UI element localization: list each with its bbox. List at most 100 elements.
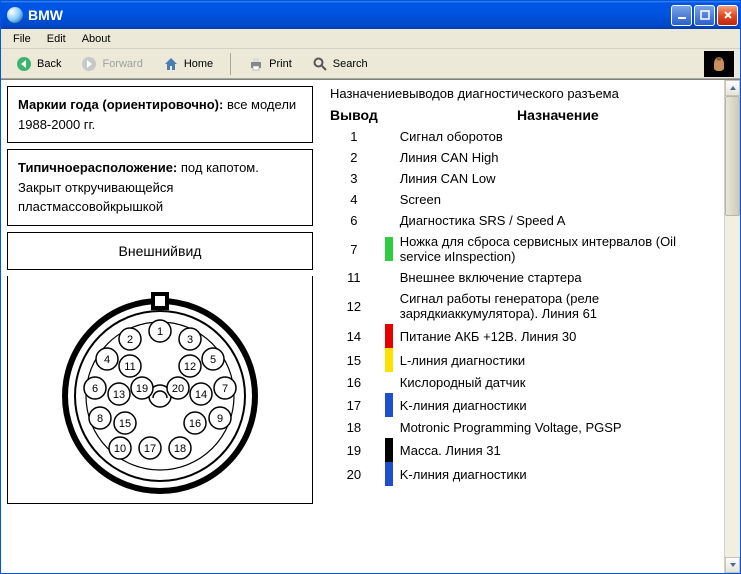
- scroll-thumb[interactable]: [725, 96, 740, 216]
- vertical-scrollbar[interactable]: [724, 80, 740, 573]
- svg-text:15: 15: [119, 418, 131, 430]
- svg-text:4: 4: [104, 354, 110, 366]
- desc-cell: Кислородный датчик: [394, 372, 722, 393]
- svg-text:14: 14: [195, 389, 207, 401]
- desc-cell: Screen: [394, 189, 722, 210]
- pin-cell: 19: [324, 438, 384, 462]
- menu-about[interactable]: About: [74, 31, 119, 47]
- app-window: BMW File Edit About Back: [0, 0, 741, 574]
- color-bar-cell: [384, 288, 394, 324]
- desc-cell: Сигнал работы генератора (реле зарядкиак…: [394, 288, 722, 324]
- table-row: 12 Сигнал работы генератора (реле зарядки…: [324, 288, 722, 324]
- color-bar: [385, 324, 393, 348]
- toolbar-separator: [230, 53, 231, 75]
- color-bar-cell: [384, 168, 394, 189]
- table-row: 15L-линия диагностики: [324, 348, 722, 372]
- table-row: 11Внешнее включение стартера: [324, 267, 722, 288]
- scroll-track[interactable]: [725, 216, 740, 557]
- desc-cell: Motronic Programming Voltage, PGSP: [394, 417, 722, 438]
- color-bar-cell: [384, 126, 394, 147]
- pin-cell: 2: [324, 147, 384, 168]
- print-button[interactable]: Print: [239, 52, 301, 76]
- pin-cell: 4: [324, 189, 384, 210]
- content-area: Маркии года (ориентировочно): все модели…: [1, 79, 740, 573]
- svg-text:17: 17: [144, 443, 156, 455]
- color-bar: [385, 237, 393, 261]
- svg-text:20: 20: [172, 383, 184, 395]
- close-button[interactable]: [717, 5, 738, 26]
- color-bar: [385, 393, 393, 417]
- color-bar-cell: [384, 417, 394, 438]
- connector-svg: 1234511126713141920891516101718: [45, 286, 275, 496]
- maximize-button[interactable]: [694, 5, 715, 26]
- table-row: 7Ножка для сброса сервисных интервалов (…: [324, 231, 722, 267]
- titlebar: BMW: [1, 1, 740, 29]
- svg-text:11: 11: [124, 361, 135, 373]
- color-bar-cell: [384, 147, 394, 168]
- svg-text:5: 5: [210, 354, 216, 366]
- pin-cell: 15: [324, 348, 384, 372]
- home-button[interactable]: Home: [154, 52, 222, 76]
- pin-cell: 16: [324, 372, 384, 393]
- search-button[interactable]: Search: [303, 52, 377, 76]
- color-bar: [385, 438, 393, 462]
- back-button[interactable]: Back: [7, 52, 70, 76]
- pin-cell: 6: [324, 210, 384, 231]
- pin-cell: 18: [324, 417, 384, 438]
- menu-file[interactable]: File: [5, 31, 39, 47]
- desc-cell: Ножка для сброса сервисных интервалов (O…: [394, 231, 722, 267]
- location-info-box: Типичноерасположение: под капотом. Закры…: [7, 149, 313, 226]
- table-row: 14Питание АКБ +12В. Линия 30: [324, 324, 722, 348]
- table-row: 19 Масса. Линия 31: [324, 438, 722, 462]
- search-label: Search: [333, 58, 368, 70]
- desc-cell: Масса. Линия 31: [394, 438, 722, 462]
- scroll-up-button[interactable]: [725, 80, 740, 96]
- pin-cell: 3: [324, 168, 384, 189]
- back-icon: [16, 56, 32, 72]
- color-bar-cell: [384, 462, 394, 486]
- desc-cell: K-линия диагностики: [394, 393, 722, 417]
- forward-button[interactable]: Forward: [72, 52, 151, 76]
- app-icon: [7, 7, 23, 23]
- color-bar-cell: [384, 210, 394, 231]
- color-bar-cell: [384, 393, 394, 417]
- pin-cell: 1: [324, 126, 384, 147]
- pin-cell: 11: [324, 267, 384, 288]
- color-bar: [385, 348, 393, 372]
- print-label: Print: [269, 58, 292, 70]
- pinout-table: Назначениевыводов диагностического разъе…: [324, 83, 722, 486]
- svg-text:2: 2: [127, 334, 133, 346]
- menubar: File Edit About: [1, 29, 740, 49]
- desc-cell: Линия CAN Low: [394, 168, 722, 189]
- svg-text:9: 9: [217, 413, 223, 425]
- right-pane: Назначениевыводов диагностического разъе…: [319, 80, 724, 573]
- back-label: Back: [37, 58, 61, 70]
- minimize-button[interactable]: [671, 5, 692, 26]
- color-bar-cell: [384, 267, 394, 288]
- window-controls: [671, 5, 738, 26]
- svg-text:6: 6: [92, 383, 98, 395]
- home-icon: [163, 56, 179, 72]
- svg-text:18: 18: [174, 443, 186, 455]
- table-row: 16 Кислородный датчик: [324, 372, 722, 393]
- pin-cell: 12: [324, 288, 384, 324]
- table-row: 17K-линия диагностики: [324, 393, 722, 417]
- connector-diagram: 1234511126713141920891516101718: [7, 276, 313, 504]
- menu-edit[interactable]: Edit: [39, 31, 74, 47]
- svg-text:10: 10: [114, 443, 126, 455]
- col-desc-header: Назначение: [394, 104, 722, 126]
- table-row: 3 Линия CAN Low: [324, 168, 722, 189]
- svg-text:3: 3: [187, 334, 193, 346]
- model-label: Маркии года (ориентировочно):: [18, 97, 223, 112]
- color-bar-cell: [384, 372, 394, 393]
- table-row: 20K-линия диагностики: [324, 462, 722, 486]
- search-icon: [312, 56, 328, 72]
- scroll-down-button[interactable]: [725, 557, 740, 573]
- model-info-box: Маркии года (ориентировочно): все модели…: [7, 86, 313, 143]
- table-row: 4 Screen: [324, 189, 722, 210]
- svg-text:19: 19: [136, 383, 148, 395]
- table-title: Назначениевыводов диагностического разъе…: [324, 83, 722, 104]
- table-row: 1Сигнал оборотов: [324, 126, 722, 147]
- left-pane: Маркии года (ориентировочно): все модели…: [1, 80, 319, 573]
- svg-text:8: 8: [97, 413, 103, 425]
